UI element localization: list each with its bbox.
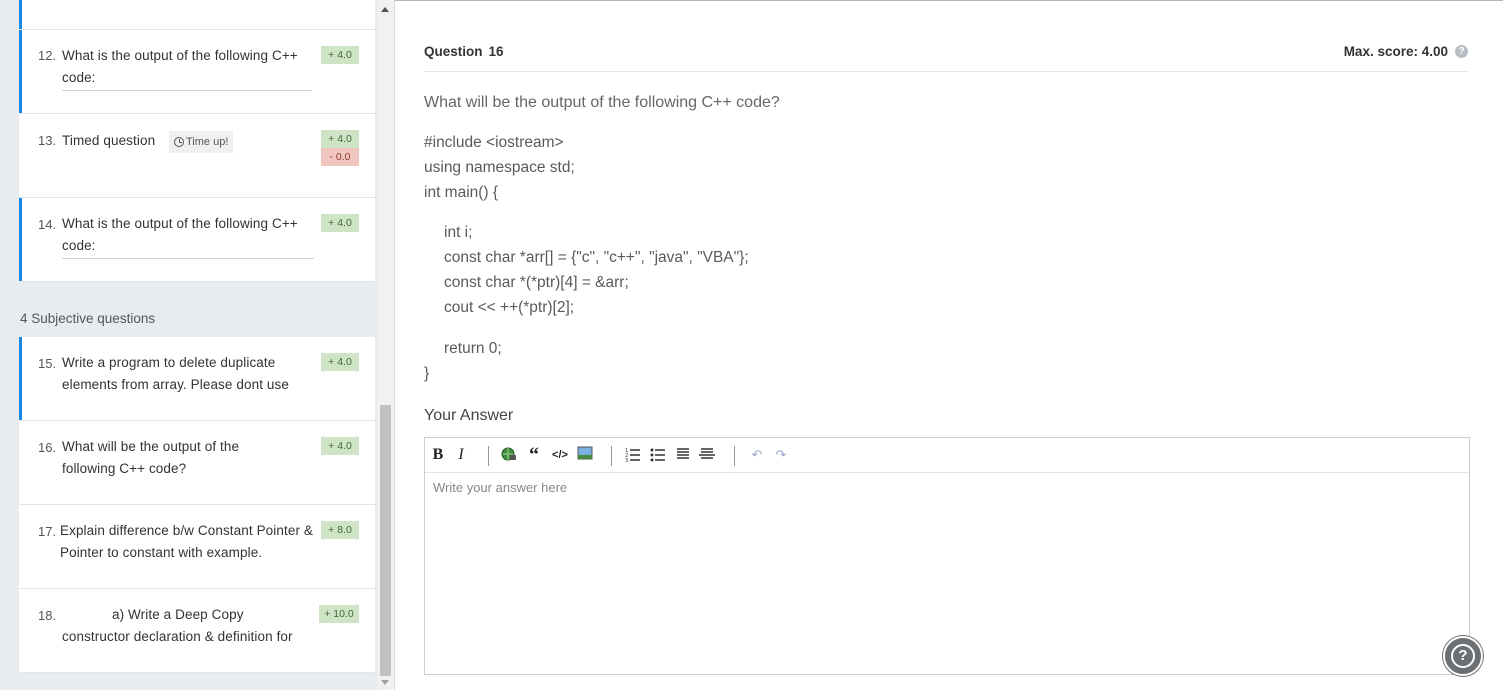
score-badge: + 4.0 [321,214,359,232]
time-up-label: Time up! [186,136,229,148]
top-divider [395,0,1503,1]
code-line: cout << ++(*ptr)[2]; [444,299,575,316]
question-number: 16 [488,44,504,59]
italic-button[interactable]: I [455,446,467,464]
numbered-list-button[interactable]: 123 [625,446,641,464]
question-card-17[interactable]: 17. Explain difference b/w Constant Poin… [19,505,375,589]
question-panel: Question 16 Max. score: 4.00 ? What will … [395,0,1503,690]
question-number: 17. [38,524,57,539]
help-button[interactable]: ? [1443,636,1483,676]
scroll-thumb[interactable] [380,405,391,676]
question-card-18[interactable]: 18. a) Write a Deep Copy constructor dec… [19,589,375,673]
bullet-list-icon [650,448,665,462]
link-button[interactable] [501,446,517,464]
horizontal-rule-button[interactable] [699,446,715,464]
code-line: const char *arr[] = {"c", "c++", "java",… [444,249,749,266]
question-card-14[interactable]: 14. What is the output of the following … [19,198,375,282]
answer-textarea-placeholder[interactable]: Write your answer here [433,480,567,495]
question-card-11[interactable] [19,0,375,30]
sidebar-scrollbar[interactable] [377,0,394,690]
question-text: What will be the output of the following… [424,94,780,111]
toolbar-separator [611,446,612,466]
image-icon [577,446,593,460]
question-title: What will be the output of the following… [62,439,240,476]
numbered-list-icon: 123 [625,448,640,464]
code-line: return 0; [444,340,502,357]
editor-toolbar: B I “ </> 123 ↶ ↷ [425,438,1469,473]
code-line: int i; [444,224,473,241]
undo-button[interactable]: ↶ [750,446,764,464]
question-number: 14. [38,217,57,232]
time-up-badge: Time up! [169,131,234,153]
question-number: 18. [38,608,57,623]
question-title: Explain difference b/w Constant Pointer … [60,523,313,560]
question-card-16[interactable]: 16. What will be the output of the follo… [19,421,375,505]
question-number: 12. [38,48,57,63]
question-sidebar: 12. What is the output of the following … [0,0,395,690]
redo-button[interactable]: ↷ [774,446,788,464]
question-label: Question [424,44,483,59]
code-line: #include <iostream> [424,134,564,151]
bold-button[interactable]: B [431,446,445,464]
question-title: What is the output of the following C++ … [62,213,314,259]
header-divider [424,71,1469,72]
question-list: 12. What is the output of the following … [19,0,375,282]
score-badge: + 8.0 [321,521,359,539]
scroll-down-arrow-icon[interactable] [381,680,389,685]
question-title: Timed question [62,133,156,148]
link-globe-icon [501,447,516,461]
question-card-12[interactable]: 12. What is the output of the following … [19,30,375,114]
section-label: 4 Subjective questions [20,311,156,326]
question-heading: Question 16 [424,44,504,59]
bullet-list-button[interactable] [650,446,666,464]
code-button[interactable]: </> [551,446,569,464]
heading-icon [677,448,689,459]
question-card-13[interactable]: 13. Timed question Time up! + 4.0 - 0.0 [19,114,375,198]
score-badge: + 4.0 [321,46,359,64]
image-button[interactable] [577,446,593,464]
question-title: a) Write a Deep Copy constructor declara… [62,607,293,644]
question-number: 13. [38,133,57,148]
question-title: Write a program to delete duplicate elem… [62,355,289,392]
scroll-up-arrow-icon[interactable] [381,7,389,12]
question-title: What is the output of the following C++ … [62,45,312,91]
help-question-icon: ? [1451,644,1475,668]
answer-editor[interactable]: B I “ </> 123 ↶ ↷ Write your answer here [424,437,1470,675]
score-badge: + 4.0 [321,130,359,148]
question-card-15[interactable]: 15. Write a program to delete duplicate … [19,337,375,421]
code-line: int main() { [424,184,499,201]
toolbar-separator [488,446,489,466]
score-help-icon[interactable]: ? [1455,45,1468,58]
question-number: 15. [38,356,57,371]
answer-heading: Your Answer [424,407,514,424]
score-badge: + 4.0 [321,353,359,371]
svg-text:3: 3 [625,458,628,462]
subjective-question-list: 15. Write a program to delete duplicate … [19,337,375,673]
toolbar-separator [734,446,735,466]
max-score: Max. score: 4.00 [1343,44,1448,59]
horizontal-rule-icon [699,448,715,459]
penalty-badge: - 0.0 [321,148,359,166]
quote-button[interactable]: “ [526,445,542,465]
code-line: const char *(*ptr)[4] = &arr; [444,274,629,291]
code-line: } [424,365,430,382]
code-line: using namespace std; [424,159,575,176]
score-badge: + 10.0 [319,605,359,623]
clock-icon [174,137,184,147]
question-number: 16. [38,440,57,455]
heading-button[interactable] [675,446,691,464]
score-badge: + 4.0 [321,437,359,455]
